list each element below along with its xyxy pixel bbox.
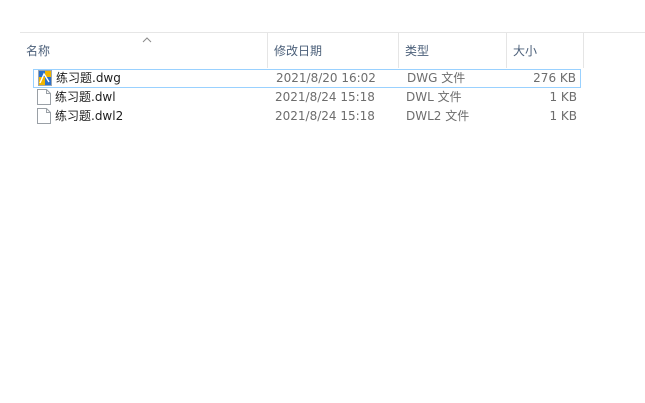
file-size: 1 KB [549, 109, 577, 123]
dwg-file-icon [38, 70, 52, 86]
file-row-dwl[interactable]: 练习题.dwl 2021/8/24 15:18 DWL 文件 1 KB [33, 88, 581, 107]
file-row-dwl2[interactable]: 练习题.dwl2 2021/8/24 15:18 DWL2 文件 1 KB [33, 107, 581, 126]
file-name: 练习题.dwl [55, 90, 116, 104]
file-date-modified: 2021/8/24 15:18 [275, 109, 375, 123]
file-size: 1 KB [549, 90, 577, 104]
blank-file-icon [37, 89, 51, 105]
file-date-modified: 2021/8/20 16:02 [276, 71, 376, 85]
file-row-dwg[interactable]: 练习题.dwg 2021/8/20 16:02 DWG 文件 276 KB [33, 69, 581, 88]
file-explorer-details-view: 名称 修改日期 类型 大小 练习题.dwg 2021/8/20 16:02 DW… [0, 0, 645, 403]
column-header-size[interactable]: 大小 [507, 33, 584, 68]
column-header-name[interactable]: 名称 [20, 33, 268, 68]
column-header-date-modified[interactable]: 修改日期 [268, 33, 399, 68]
column-header-type[interactable]: 类型 [399, 33, 507, 68]
file-list: 练习题.dwg 2021/8/20 16:02 DWG 文件 276 KB 练习… [33, 69, 581, 126]
file-name: 练习题.dwl2 [55, 109, 124, 123]
file-type: DWL 文件 [406, 90, 462, 104]
file-type: DWG 文件 [407, 71, 466, 85]
file-date-modified: 2021/8/24 15:18 [275, 90, 375, 104]
file-size: 276 KB [533, 71, 576, 85]
file-type: DWL2 文件 [406, 109, 470, 123]
file-name: 练习题.dwg [56, 71, 121, 85]
blank-file-icon [37, 108, 51, 124]
